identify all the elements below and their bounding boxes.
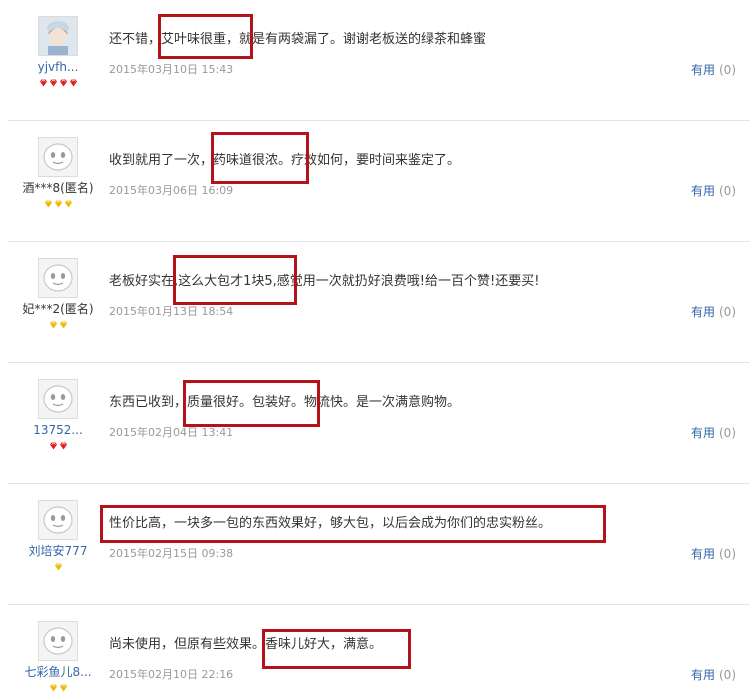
review-text: 收到就用了一次，药味道很浓。疗效如何，要时间来鉴定了。	[109, 153, 461, 168]
review-date: 2015年03月10日 15:43	[109, 63, 234, 76]
review-date: 2015年02月04日 13:41	[109, 426, 234, 439]
user-avatar[interactable]	[38, 621, 78, 661]
default-face-icon	[39, 380, 77, 418]
user-avatar[interactable]	[38, 137, 78, 177]
review-text: 性价比高，一块多一包的东西效果好，够大包，以后会成为你们的忠实粉丝。	[109, 516, 552, 531]
red-diamond-icon	[59, 442, 67, 450]
review-item: 七彩鱼儿8... 尚未使用，但原有些效果。香味儿好大，满意。 2015年02月1…	[8, 605, 750, 698]
useful-vote[interactable]: 有用 (0)	[691, 547, 736, 561]
yellow-diamond-icon	[59, 321, 67, 329]
user-name[interactable]: yjvfh...	[8, 60, 108, 74]
review-date: 2015年03月06日 16:09	[109, 184, 234, 197]
useful-count: (0)	[719, 305, 736, 319]
useful-count: (0)	[719, 547, 736, 561]
yellow-diamond-icon	[49, 321, 57, 329]
review-date: 2015年01月13日 18:54	[109, 305, 234, 318]
user-name[interactable]: 酒***8(匿名)	[8, 181, 108, 195]
review-date: 2015年02月10日 22:16	[109, 668, 234, 681]
useful-button[interactable]: 有用	[691, 184, 715, 198]
user-level-badges	[8, 321, 108, 334]
useful-vote[interactable]: 有用 (0)	[691, 305, 736, 319]
user-name[interactable]: 13752...	[8, 423, 108, 437]
default-face-icon	[39, 501, 77, 539]
useful-count: (0)	[719, 426, 736, 440]
user-level-badges	[8, 79, 108, 92]
review-item: 妃***2(匿名) 老板好实在,这么大包才1块5,感觉用一次就扔好浪费哦!给一百…	[8, 242, 750, 363]
user-level-badges	[8, 563, 108, 576]
user-avatar[interactable]	[38, 16, 78, 56]
useful-button[interactable]: 有用	[691, 63, 715, 77]
useful-vote[interactable]: 有用 (0)	[691, 426, 736, 440]
yellow-diamond-icon	[49, 684, 57, 692]
red-diamond-icon	[49, 79, 57, 87]
yellow-diamond-icon	[59, 684, 67, 692]
user-name[interactable]: 妃***2(匿名)	[8, 302, 108, 316]
review-item: 酒***8(匿名) 收到就用了一次，药味道很浓。疗效如何，要时间来鉴定了。 20…	[8, 121, 750, 242]
review-text: 还不错，艾叶味很重，就是有两袋漏了。谢谢老板送的绿茶和蜂蜜	[109, 32, 487, 47]
useful-button[interactable]: 有用	[691, 426, 715, 440]
useful-button[interactable]: 有用	[691, 547, 715, 561]
useful-vote[interactable]: 有用 (0)	[691, 184, 736, 198]
useful-vote[interactable]: 有用 (0)	[691, 63, 736, 77]
useful-button[interactable]: 有用	[691, 305, 715, 319]
review-item: 13752... 东西已收到，质量很好。包装好。物流快。是一次满意购物。 201…	[8, 363, 750, 484]
review-text: 老板好实在,这么大包才1块5,感觉用一次就扔好浪费哦!给一百个赞!还要买!	[109, 274, 540, 289]
user-name[interactable]: 七彩鱼儿8...	[8, 665, 108, 679]
useful-button[interactable]: 有用	[691, 668, 715, 682]
yellow-diamond-icon	[54, 200, 62, 208]
red-diamond-icon	[49, 442, 57, 450]
default-face-icon	[39, 138, 77, 176]
useful-count: (0)	[719, 668, 736, 682]
review-item: yjvfh... 还不错，艾叶味很重，就是有两袋漏了。谢谢老板送的绿茶和蜂蜜 2…	[8, 0, 750, 121]
user-avatar[interactable]	[38, 258, 78, 298]
user-level-badges	[8, 200, 108, 213]
user-level-badges	[8, 684, 108, 697]
user-avatar[interactable]	[38, 500, 78, 540]
avatar-photo-icon	[39, 17, 77, 55]
useful-count: (0)	[719, 63, 736, 77]
default-face-icon	[39, 259, 77, 297]
default-face-icon	[39, 622, 77, 660]
red-diamond-icon	[69, 79, 77, 87]
yellow-diamond-icon	[54, 563, 62, 571]
red-diamond-icon	[39, 79, 47, 87]
useful-vote[interactable]: 有用 (0)	[691, 668, 736, 682]
review-text: 东西已收到，质量很好。包装好。物流快。是一次满意购物。	[109, 395, 461, 410]
user-avatar[interactable]	[38, 379, 78, 419]
review-item: 刘培安777 性价比高，一块多一包的东西效果好，够大包，以后会成为你们的忠实粉丝…	[8, 484, 750, 605]
yellow-diamond-icon	[64, 200, 72, 208]
red-diamond-icon	[59, 79, 67, 87]
user-level-badges	[8, 442, 108, 455]
yellow-diamond-icon	[44, 200, 52, 208]
review-date: 2015年02月15日 09:38	[109, 547, 234, 560]
review-text: 尚未使用，但原有些效果。香味儿好大，满意。	[109, 637, 383, 652]
user-name[interactable]: 刘培安777	[8, 544, 108, 558]
useful-count: (0)	[719, 184, 736, 198]
